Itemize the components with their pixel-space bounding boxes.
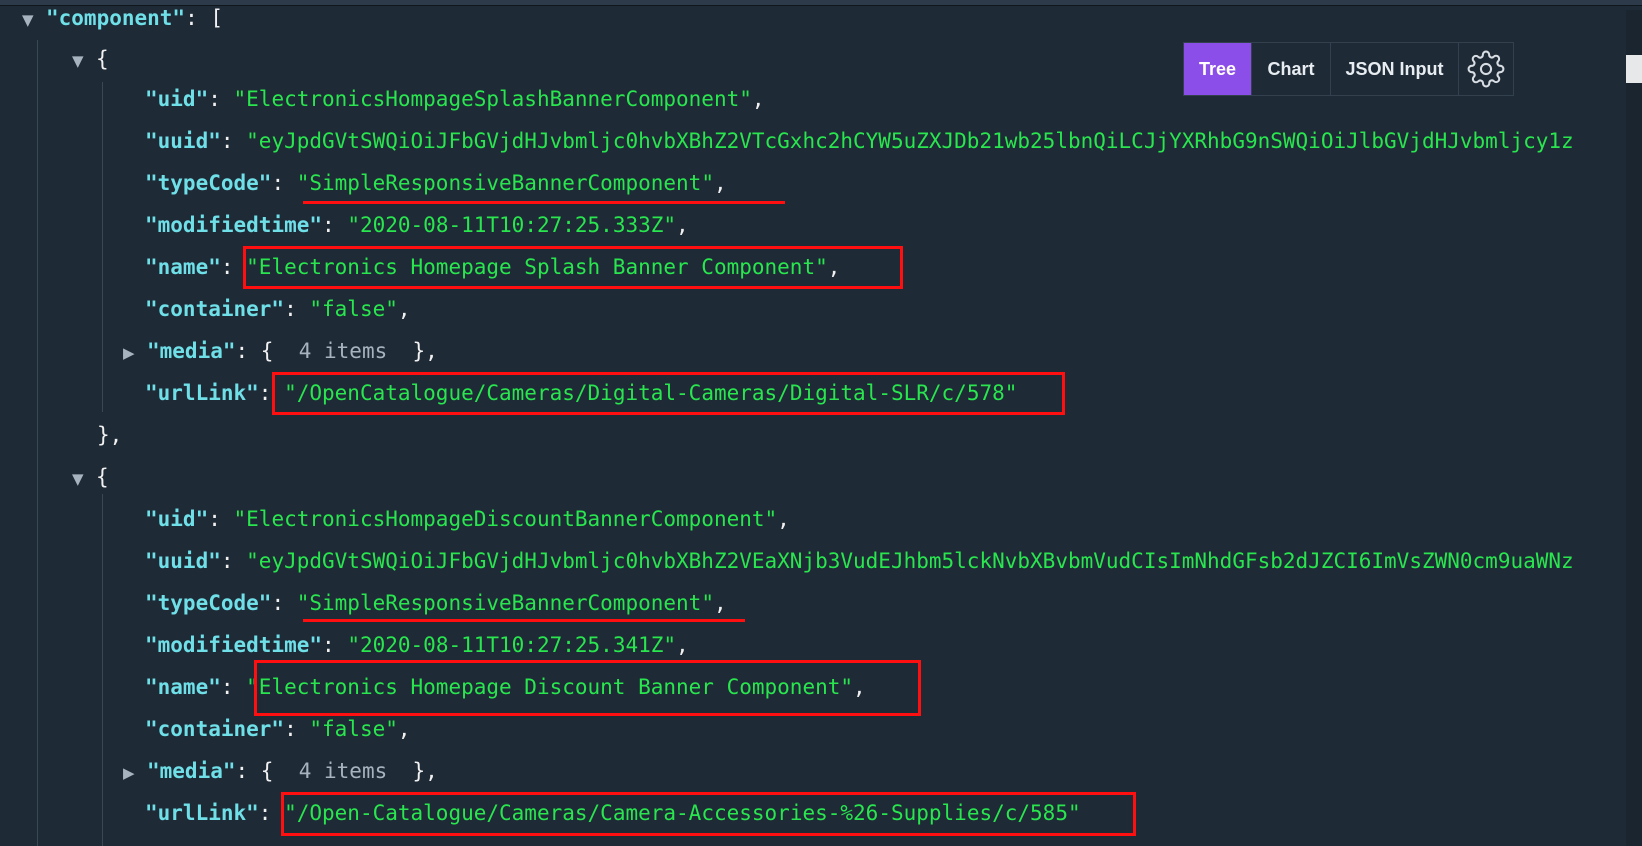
object-open-line[interactable]: ▼{: [72, 456, 109, 498]
json-row-uuid: "uuid": "eyJpdGVtSWQiOiJFbGVjdHJvbmljc0h…: [145, 549, 1574, 573]
collapse-arrow-icon[interactable]: ▼: [72, 40, 96, 82]
tab-chart[interactable]: Chart: [1252, 43, 1331, 95]
json-row-uuid: "uuid": "eyJpdGVtSWQiOiJFbGVjdHJvbmljc0h…: [145, 129, 1574, 153]
vertical-scrollbar[interactable]: [1626, 10, 1642, 846]
urllink-highlight-box: [272, 372, 1065, 415]
json-row-typecode: "typeCode": "SimpleResponsiveBannerCompo…: [145, 171, 727, 195]
indent-guide: [37, 40, 38, 846]
close-brace: },: [97, 423, 123, 447]
indent-guide: [102, 82, 103, 412]
json-row-media[interactable]: ▶ "media": { 4 items },: [123, 330, 438, 372]
json-row-uid: "uid": "ElectronicsHompageSplashBannerCo…: [145, 87, 765, 111]
name-highlight-box: [243, 246, 903, 289]
open-brace: {: [96, 47, 109, 71]
expand-arrow-icon[interactable]: ▶: [123, 332, 147, 374]
json-key: "component": [46, 6, 186, 30]
json-row-container: "container": "false",: [145, 297, 411, 321]
indent-guide: [102, 494, 103, 846]
json-root-line[interactable]: ▼ "component": [: [22, 0, 223, 39]
tab-json-input[interactable]: JSON Input: [1331, 43, 1459, 95]
scrollbar-thumb[interactable]: [1626, 55, 1642, 83]
window-top-border: [0, 0, 1642, 6]
collapse-arrow-icon[interactable]: ▼: [22, 0, 46, 41]
object-open-line[interactable]: ▼{: [72, 38, 109, 80]
collapse-arrow-icon[interactable]: ▼: [72, 458, 96, 500]
json-row-media[interactable]: ▶ "media": { 4 items },: [123, 750, 438, 792]
json-row-typecode: "typeCode": "SimpleResponsiveBannerCompo…: [145, 591, 727, 615]
json-row-modifiedtime: "modifiedtime": "2020-08-11T10:27:25.333…: [145, 213, 689, 237]
view-mode-toolbar: Tree Chart JSON Input: [1183, 42, 1514, 96]
name-highlight-box: [254, 660, 921, 716]
collapsed-count: 4 items: [298, 339, 388, 363]
open-brace: {: [96, 465, 109, 489]
urllink-highlight-box: [281, 792, 1136, 836]
typecode-underline-annotation: [303, 619, 745, 622]
typecode-underline-annotation: [303, 201, 785, 204]
gear-icon[interactable]: [1459, 43, 1513, 95]
expand-arrow-icon[interactable]: ▶: [123, 752, 147, 794]
json-row-uid: "uid": "ElectronicsHompageDiscountBanner…: [145, 507, 790, 531]
object-close-line: },: [97, 414, 122, 456]
open-bracket: [: [210, 6, 224, 30]
tab-tree[interactable]: Tree: [1184, 43, 1252, 95]
collapsed-count: 4 items: [298, 759, 388, 783]
